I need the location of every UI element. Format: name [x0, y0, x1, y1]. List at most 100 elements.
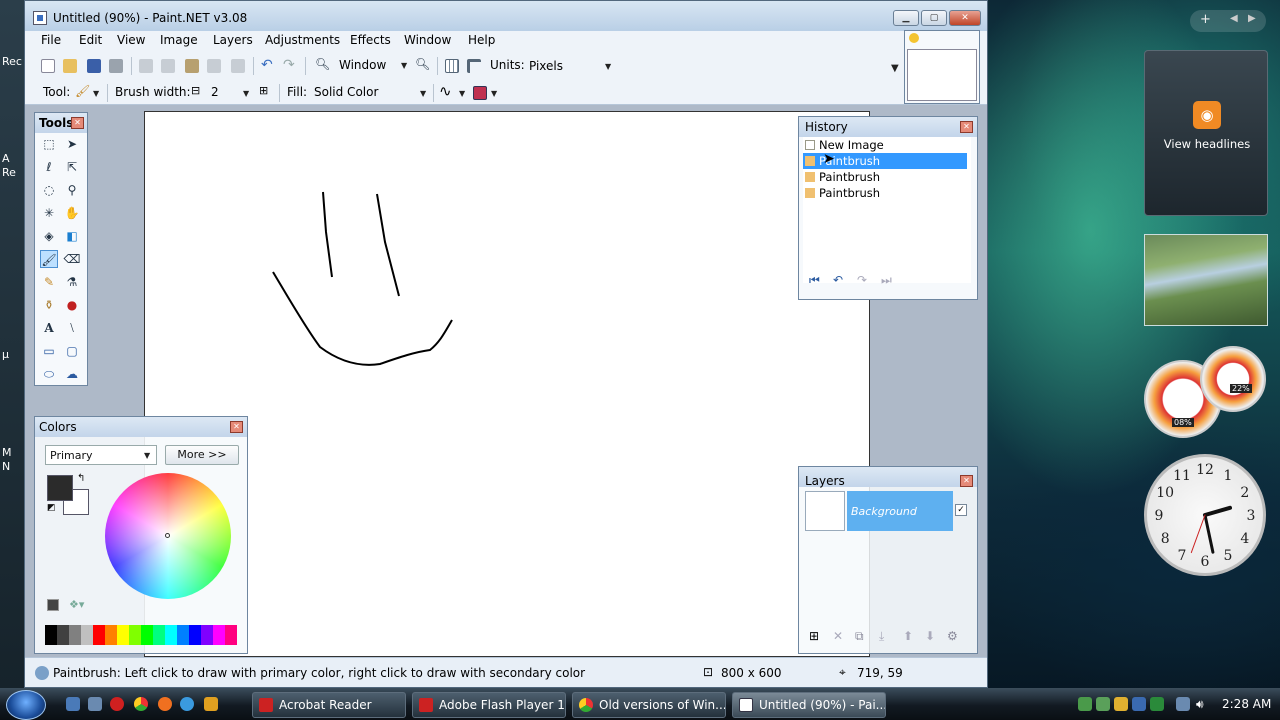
recolor-icon[interactable]: ● — [63, 296, 81, 314]
taskbar-paintnet[interactable]: Untitled (90%) - Pai... — [732, 692, 886, 718]
tray-power-icon[interactable] — [1132, 697, 1146, 711]
history-redo-icon[interactable]: ↷ — [857, 273, 867, 287]
redo-icon[interactable]: ↷ — [283, 57, 295, 73]
zoom-in-icon[interactable]: 🔍︎ — [415, 57, 430, 71]
history-fast-forward-icon[interactable]: ⏭ — [881, 273, 892, 288]
color-picker-icon[interactable]: ⚗ — [63, 273, 81, 291]
menu-adjustments[interactable]: Adjustments — [265, 33, 340, 47]
menu-image[interactable]: Image — [160, 33, 198, 47]
history-item[interactable]: Paintbrush — [803, 169, 967, 185]
rectangle-tool-icon[interactable]: ▭ — [40, 342, 58, 360]
palette-swatch[interactable] — [225, 625, 237, 645]
quicklaunch-opera-icon[interactable] — [110, 697, 124, 711]
quicklaunch-chrome-icon[interactable] — [134, 697, 148, 711]
antialiasing-dropdown-arrow[interactable]: ▼ — [459, 89, 465, 98]
menu-layers[interactable]: Layers — [213, 33, 253, 47]
print-icon[interactable] — [109, 59, 123, 73]
ellipse-select-icon[interactable]: ◌ — [40, 181, 58, 199]
tray-volume-icon[interactable]: 🔊︎ — [1196, 697, 1210, 711]
new-icon[interactable] — [41, 59, 55, 73]
image-thumbnail-panel[interactable] — [904, 30, 980, 104]
gadget-prev-icon[interactable]: ◀ — [1230, 13, 1238, 24]
copy-icon[interactable] — [161, 59, 175, 73]
tray-update-icon[interactable] — [1096, 697, 1110, 711]
current-tool-paintbrush-icon[interactable]: 🖌︎ — [75, 84, 90, 98]
layers-panel-header[interactable]: Layers ✕ — [799, 467, 977, 488]
crop-icon[interactable] — [207, 59, 221, 73]
menu-file[interactable]: File — [41, 33, 61, 47]
minimize-button[interactable]: ▁ — [893, 10, 919, 26]
move-selection-icon[interactable]: ⇱ — [63, 158, 81, 176]
palette-swatch[interactable] — [189, 625, 201, 645]
palette-swatch[interactable] — [93, 625, 105, 645]
reset-colors-icon[interactable]: ◩ — [47, 503, 56, 513]
tray-network-icon[interactable] — [1078, 697, 1092, 711]
palette-swatch[interactable] — [57, 625, 69, 645]
rectangle-select-icon[interactable]: ⬚ — [40, 135, 58, 153]
magic-wand-icon[interactable]: ✳ — [40, 204, 58, 222]
palette-swatch[interactable] — [45, 625, 57, 645]
brush-width-increase-icon[interactable]: ⊞ — [259, 84, 268, 97]
menu-effects[interactable]: Effects — [350, 33, 391, 47]
layer-visibility-checkbox[interactable]: ✓ — [955, 504, 967, 516]
line-curve-icon[interactable]: ⧵ — [63, 319, 81, 337]
palette-options-icon[interactable]: ❖▾ — [69, 598, 84, 611]
freeform-shape-icon[interactable]: ☁ — [63, 365, 81, 383]
pan-tool-icon[interactable]: ✋ — [63, 204, 81, 222]
antialiasing-icon[interactable]: ∿ — [439, 82, 452, 100]
color-mode-dropdown[interactable]: Primary ▼ — [45, 445, 157, 465]
palette-swatch[interactable] — [117, 625, 129, 645]
title-bar[interactable]: Untitled (90%) - Paint.NET v3.08 ▁ ▢ ✕ — [25, 1, 987, 31]
feed-headlines-gadget[interactable]: ◉ View headlines — [1144, 50, 1268, 216]
gadget-next-icon[interactable]: ▶ — [1248, 13, 1256, 24]
layer-row[interactable]: Background ✓ — [805, 491, 969, 533]
duplicate-layer-icon[interactable]: ⧉ — [855, 629, 864, 644]
cut-icon[interactable] — [139, 59, 153, 73]
palette-swatch[interactable] — [81, 625, 93, 645]
quicklaunch-ie-icon[interactable] — [180, 697, 194, 711]
quicklaunch-window-icon[interactable] — [88, 697, 102, 711]
blend-mode-icon[interactable] — [473, 86, 487, 100]
quicklaunch-media-icon[interactable] — [204, 697, 218, 711]
pencil-icon[interactable]: ✎ — [40, 273, 58, 291]
taskbar-acrobat-reader[interactable]: Acrobat Reader — [252, 692, 406, 718]
tray-security-icon[interactable] — [1150, 697, 1164, 711]
history-undo-icon[interactable]: ↶ — [833, 273, 843, 287]
menu-help[interactable]: Help — [468, 33, 495, 47]
palette-swatch[interactable] — [153, 625, 165, 645]
fill-dropdown-arrow[interactable]: ▼ — [420, 89, 426, 98]
slideshow-gadget[interactable] — [1144, 234, 1268, 326]
paste-icon[interactable] — [185, 59, 199, 73]
paint-bucket-icon[interactable]: ◈ — [40, 227, 58, 245]
zoom-out-icon[interactable]: 🔍︎ — [315, 57, 330, 71]
deselect-icon[interactable] — [231, 59, 245, 73]
history-panel-close-icon[interactable]: ✕ — [960, 121, 973, 133]
colors-panel-header[interactable]: Colors ✕ — [35, 417, 247, 437]
zoom-dropdown-arrow[interactable]: ▼ — [401, 61, 407, 70]
palette-swatch[interactable] — [141, 625, 153, 645]
menu-view[interactable]: View — [117, 33, 145, 47]
open-icon[interactable] — [63, 59, 77, 73]
add-layer-icon[interactable]: ⊞ — [809, 629, 819, 643]
maximize-button[interactable]: ▢ — [921, 10, 947, 26]
taskbar-chrome-old-versions[interactable]: Old versions of Win... — [572, 692, 726, 718]
delete-layer-icon[interactable]: ✕ — [833, 629, 843, 643]
tools-panel-close-icon[interactable]: ✕ — [71, 117, 84, 129]
brush-width-input[interactable]: 2 — [211, 85, 219, 99]
history-rewind-icon[interactable]: ⏮ — [809, 273, 820, 288]
palette-swatch[interactable] — [177, 625, 189, 645]
ruler-icon[interactable] — [467, 59, 481, 73]
history-item[interactable]: Paintbrush — [803, 185, 967, 201]
units-dropdown[interactable]: Pixels — [529, 59, 563, 73]
tools-panel-header[interactable]: Tools ✕ — [35, 113, 87, 133]
add-gadget-icon[interactable]: + — [1200, 12, 1211, 27]
history-panel-header[interactable]: History ✕ — [799, 117, 977, 137]
zoom-tool-icon[interactable]: ⚲ — [63, 181, 81, 199]
quicklaunch-firefox-icon[interactable] — [158, 697, 172, 711]
colors-panel-close-icon[interactable]: ✕ — [230, 421, 243, 433]
taskbar-flash-player[interactable]: Adobe Flash Player 11 — [412, 692, 566, 718]
drawing-canvas[interactable] — [144, 111, 870, 657]
move-selected-icon[interactable]: ➤ — [63, 135, 81, 153]
units-dropdown-arrow[interactable]: ▼ — [605, 62, 611, 71]
image-thumbnail[interactable] — [907, 49, 977, 101]
